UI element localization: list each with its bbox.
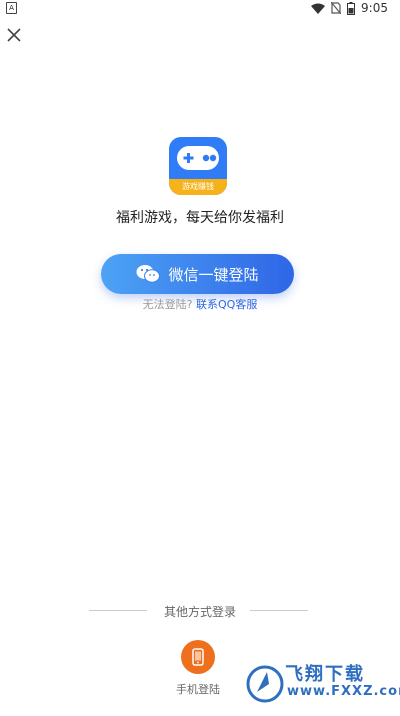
phone-icon (192, 648, 204, 666)
phone-login-button[interactable]: 手机登陆 (168, 640, 228, 697)
close-icon (7, 28, 21, 42)
wechat-icon (136, 265, 161, 283)
wechat-login-label: 微信一键登陆 (168, 265, 259, 284)
logo-text: 游戏赚钱 (169, 179, 227, 195)
status-time: 9:05 (361, 1, 388, 15)
phone-login-label: 手机登陆 (176, 683, 220, 696)
watermark-logo-icon (246, 665, 284, 703)
status-bar: A 9:05 (0, 0, 400, 16)
battery-icon (347, 1, 356, 15)
help-prefix: 无法登陆? (142, 298, 193, 311)
no-sim-icon (331, 2, 342, 14)
phone-login-circle (181, 640, 215, 674)
contact-qq-support-link[interactable]: 联系QQ客服 (196, 298, 257, 311)
wechat-login-button[interactable]: 微信一键登陆 (101, 254, 294, 294)
divider-right (250, 610, 308, 611)
status-icons: 9:05 (311, 0, 388, 16)
gamepad-icon (177, 146, 219, 170)
help-line: 无法登陆? 联系QQ客服 (0, 296, 400, 312)
notification-icon: A (6, 2, 17, 14)
watermark-text: 飞翔下载 (285, 664, 365, 685)
close-button[interactable] (5, 26, 23, 44)
app-logo: 游戏赚钱 (169, 137, 227, 195)
other-methods-title: 其他方式登录 (163, 605, 236, 619)
watermark-url: www.FXXZ.com (287, 684, 400, 699)
app-tagline: 福利游戏，每天给你发福利 (116, 210, 284, 226)
watermark: 飞翔下载 www.FXXZ.com (245, 660, 400, 710)
wifi-icon (311, 3, 326, 14)
